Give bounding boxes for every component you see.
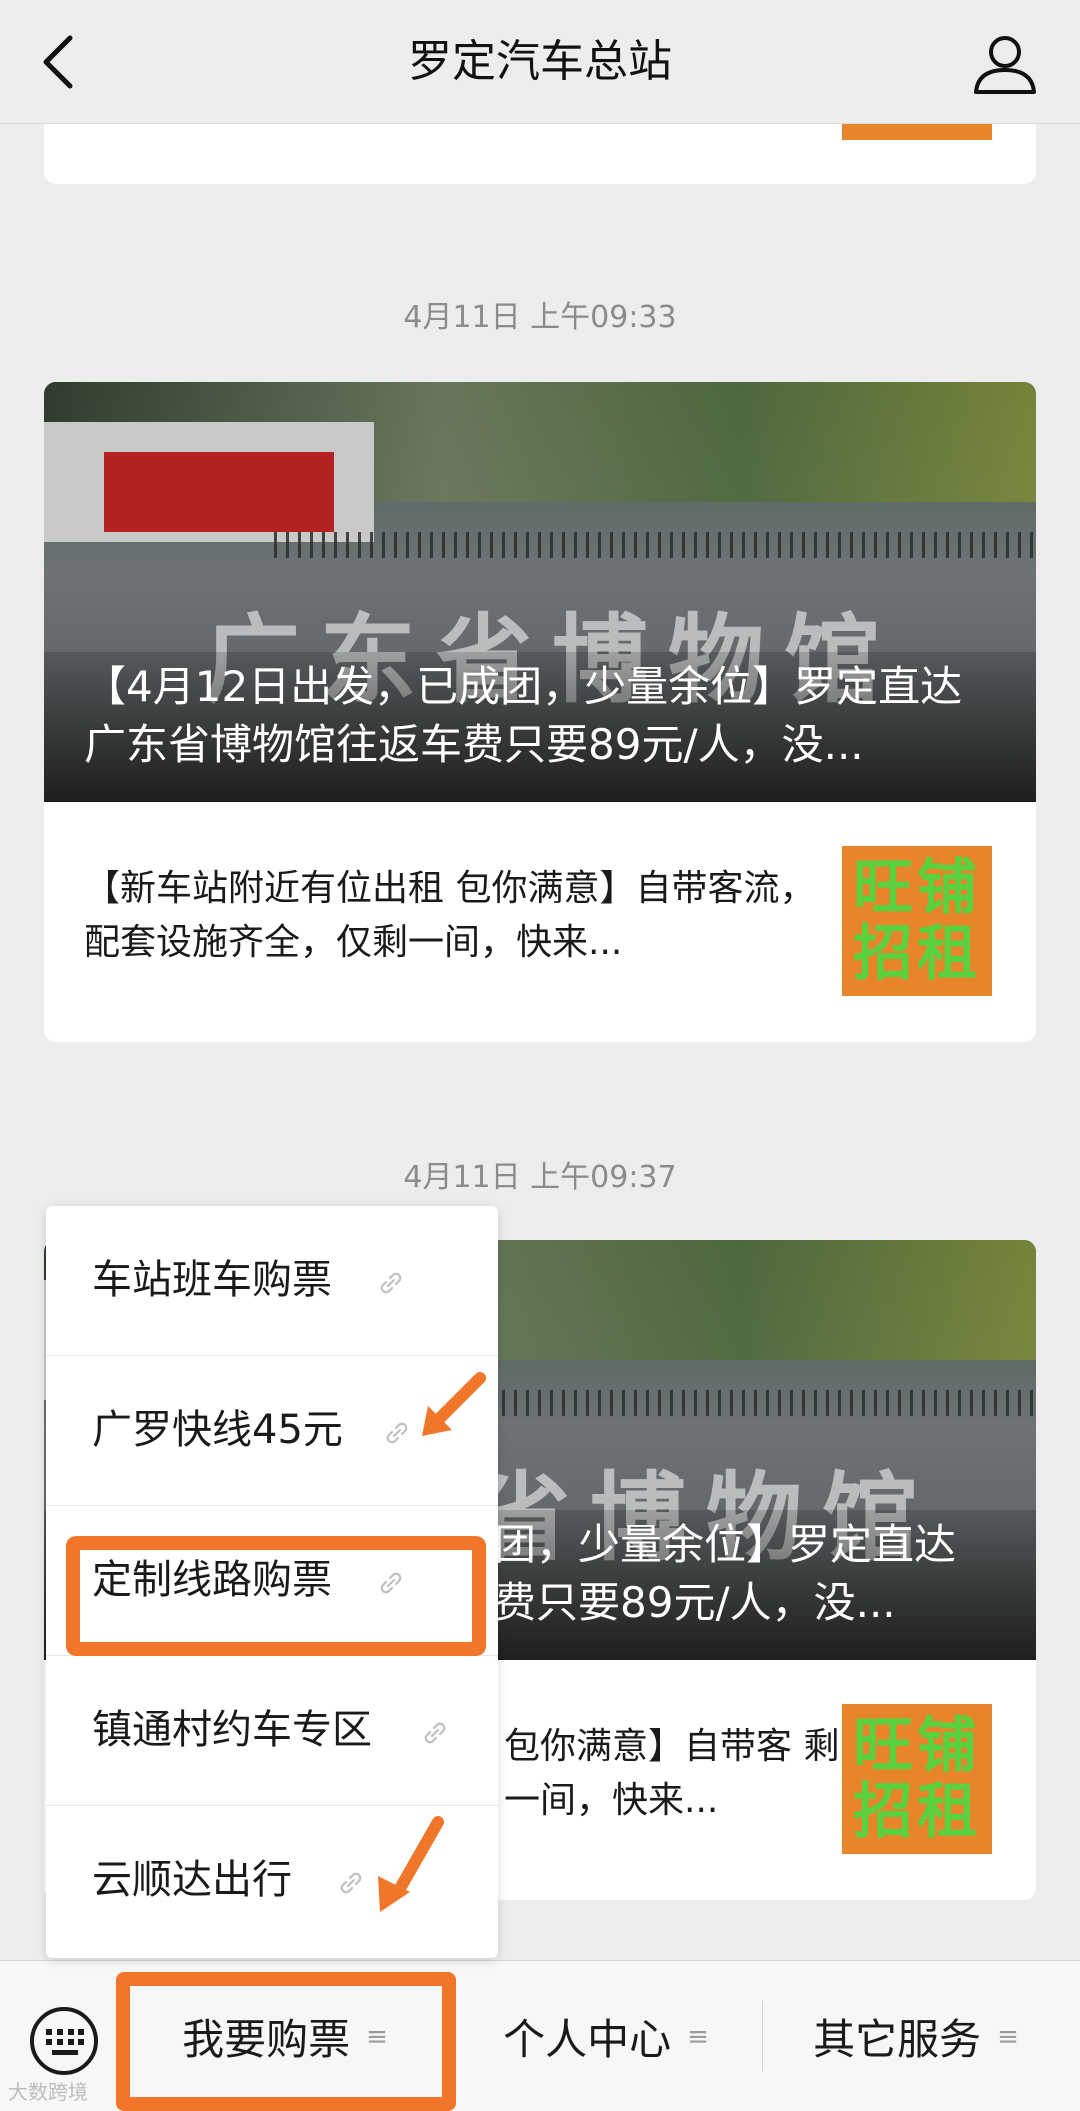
tab-other-services[interactable]: 其它服务 ≡ <box>766 1961 1066 2111</box>
image-watermark: 大数跨境 <box>8 2080 88 2104</box>
menu-highlight-box <box>66 1536 486 1656</box>
menu-lines-icon: ≡ <box>997 2021 1019 2052</box>
sub-article-row[interactable]: 【新车站附近有位出租 包你满意】自带客流，配套设施齐全，仅剩一间，快来... 旺… <box>44 802 1036 1042</box>
article-hero-image[interactable]: 广东省博物馆 【4月12日出发，已成团，少量余位】罗定直达广东省博物馆往返车费只… <box>44 382 1036 802</box>
user-icon <box>974 36 1036 94</box>
keyboard-toggle-button[interactable] <box>28 2005 100 2077</box>
chevron-left-icon <box>43 35 73 89</box>
keyboard-icon <box>30 2007 98 2075</box>
link-icon <box>340 1872 362 1894</box>
link-icon <box>380 1272 402 1294</box>
sub-article-title: 包你满意】自带客 剩一间，快来... <box>504 1726 840 1821</box>
arrow-annotation-icon <box>422 1372 486 1436</box>
message-timestamp: 4月11日 上午09:33 <box>403 300 677 335</box>
article-title: 团，少量余位】罗定直达 费只要89元/人，没... <box>494 1520 957 1627</box>
ad-thumbnail-text: 旺铺 <box>853 853 981 923</box>
ad-thumbnail-text: 招租 <box>853 1777 981 1847</box>
ad-thumbnail-text: 招租 <box>853 919 981 989</box>
back-button[interactable] <box>30 30 94 94</box>
page-title: 罗定汽车总站 <box>408 36 672 87</box>
tab-personal-center[interactable]: 个人中心 ≡ <box>456 1961 756 2111</box>
article-title: 【4月12日出发，已成团，少量余位】罗定直达广东省博物馆往返车费只要89元/人，… <box>84 662 963 769</box>
menu-item-label: 广罗快线45元 <box>92 1407 343 1453</box>
tab-label: 其它服务 <box>813 2015 982 2064</box>
tab-label: 个人中心 <box>503 2015 672 2064</box>
message-timestamp: 4月11日 上午09:37 <box>403 1160 677 1195</box>
menu-lines-icon: ≡ <box>687 2021 709 2052</box>
link-icon <box>386 1422 408 1444</box>
profile-button[interactable] <box>970 28 1040 98</box>
menu-item-label: 车站班车购票 <box>92 1257 332 1303</box>
header: 罗定汽车总站 <box>0 0 1080 124</box>
menu-item-village-ride[interactable]: 镇通村约车专区 <box>46 1656 498 1806</box>
ad-thumbnail: 旺铺 招租 <box>842 1704 992 1854</box>
article-card[interactable]: 广东省博物馆 【4月12日出发，已成团，少量余位】罗定直达广东省博物馆往返车费只… <box>44 382 1036 1042</box>
menu-item-label: 云顺达出行 <box>92 1857 292 1903</box>
sub-article-title: 【新车站附近有位出租 包你满意】自带客流，配套设施齐全，仅剩一间，快来... <box>84 868 816 963</box>
arrow-annotation-icon <box>378 1816 444 1912</box>
menu-item-label: 镇通村约车专区 <box>92 1707 372 1753</box>
hero-fence <box>274 532 1034 558</box>
ad-thumbnail-partial <box>842 124 992 140</box>
hero-building-facade <box>104 452 334 532</box>
link-icon <box>424 1722 446 1744</box>
tab-highlight-box <box>116 1972 456 2111</box>
menu-item-station-ticket[interactable]: 车站班车购票 <box>46 1206 498 1356</box>
tab-divider <box>762 2001 763 2071</box>
ad-thumbnail: 旺铺 招租 <box>842 846 992 996</box>
ad-thumbnail-text: 旺铺 <box>853 1711 981 1781</box>
